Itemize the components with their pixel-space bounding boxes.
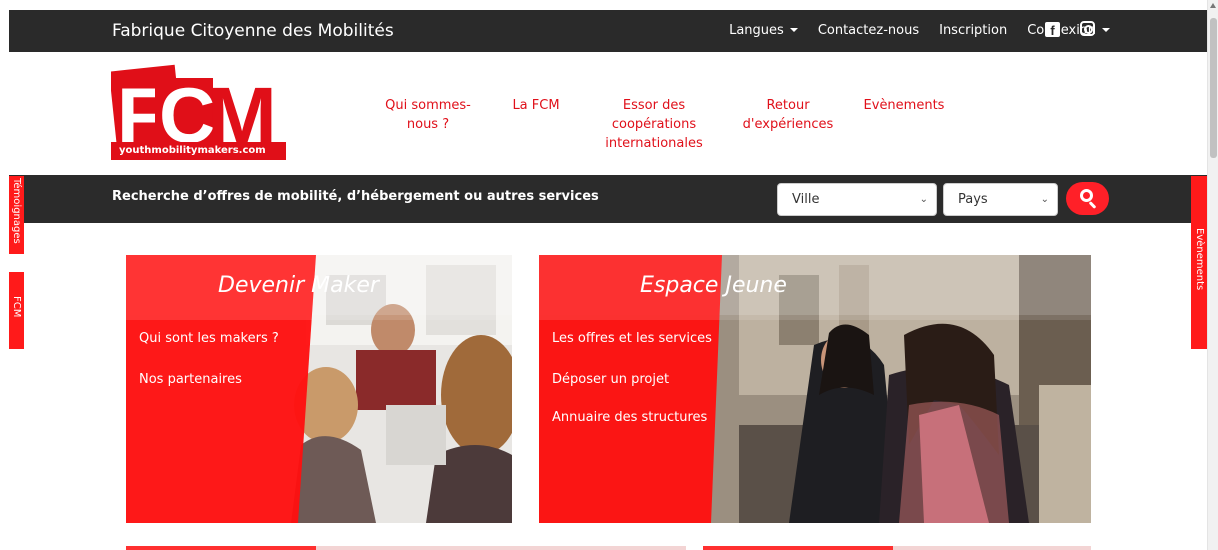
login-dropdown[interactable]: Connexion	[1027, 23, 1110, 38]
makers-who-link[interactable]: Qui sont les makers ?	[139, 331, 279, 346]
facebook-icon[interactable]: f	[1045, 22, 1060, 38]
top-bar: Fabrique Citoyenne des Mobilités Langues…	[9, 10, 1207, 52]
card-youth-space[interactable]: Espace Jeune Les offres et les services …	[539, 255, 1091, 523]
search-band: Recherche d’offres de mobilité, d’héberg…	[9, 175, 1207, 223]
youth-title: Espace Jeune	[640, 273, 787, 298]
country-select-value: Pays	[958, 192, 988, 207]
search-icon	[1080, 189, 1093, 202]
instagram-icon[interactable]	[1080, 21, 1095, 36]
logo-url: youthmobilitymakers.com	[111, 142, 286, 160]
search-label: Recherche d’offres de mobilité, d’héberg…	[112, 189, 599, 204]
languages-dropdown[interactable]: Langues	[729, 23, 798, 38]
partners-link[interactable]: Nos partenaires	[139, 372, 242, 387]
side-tab-fcm[interactable]: FCM	[9, 272, 24, 349]
search-icon-handle	[1088, 201, 1097, 209]
fcm-logo-mark: F C M	[111, 64, 277, 154]
directory-link[interactable]: Annuaire des structures	[552, 410, 707, 425]
bottom-card-edge	[126, 546, 316, 550]
site-title[interactable]: Fabrique Citoyenne des Mobilités	[112, 21, 394, 41]
nav-item-feedback[interactable]: Retour d'expériences	[740, 96, 836, 153]
card-become-maker[interactable]: Devenir Maker Qui sont les makers ? Nos …	[126, 255, 512, 523]
country-select[interactable]: Pays ⌄	[943, 183, 1058, 216]
contact-link[interactable]: Contactez-nous	[818, 23, 919, 38]
city-select-value: Ville	[792, 192, 820, 207]
nav-item-events[interactable]: Evènements	[862, 96, 946, 153]
scroll-up-icon[interactable]	[1210, 3, 1216, 8]
main-nav: Qui sommes-nous ? La FCM Essor des coopér…	[380, 96, 946, 153]
fcm-logo[interactable]: F C M youthmobilitymakers.com	[111, 64, 286, 160]
bottom-card-edge	[316, 546, 686, 550]
bottom-card-edge	[703, 546, 893, 550]
maker-title: Devenir Maker	[218, 273, 379, 298]
search-button[interactable]	[1066, 182, 1109, 215]
nav-item-about[interactable]: Qui sommes-nous ?	[380, 96, 476, 153]
side-tab-events[interactable]: Evènements	[1191, 176, 1207, 349]
youth-red-panel	[539, 255, 1091, 523]
bottom-card-edge	[893, 546, 1091, 550]
chevron-down-icon: ⌄	[919, 194, 928, 205]
submit-project-link[interactable]: Déposer un projet	[552, 372, 669, 387]
city-select[interactable]: Ville ⌄	[777, 183, 937, 216]
chevron-down-icon: ⌄	[1040, 194, 1049, 205]
page: Fabrique Citoyenne des Mobilités Langues…	[0, 0, 1218, 550]
offers-services-link[interactable]: Les offres et les services	[552, 331, 712, 346]
register-link[interactable]: Inscription	[939, 23, 1007, 38]
nav-item-cooperation[interactable]: Essor des coopérations internationales	[602, 96, 706, 153]
nav-item-fcm[interactable]: La FCM	[498, 96, 574, 153]
scrollbar[interactable]	[1207, 0, 1218, 550]
scrollbar-thumb[interactable]	[1210, 18, 1217, 158]
side-tab-testimonials[interactable]: Témoignages	[9, 176, 24, 254]
